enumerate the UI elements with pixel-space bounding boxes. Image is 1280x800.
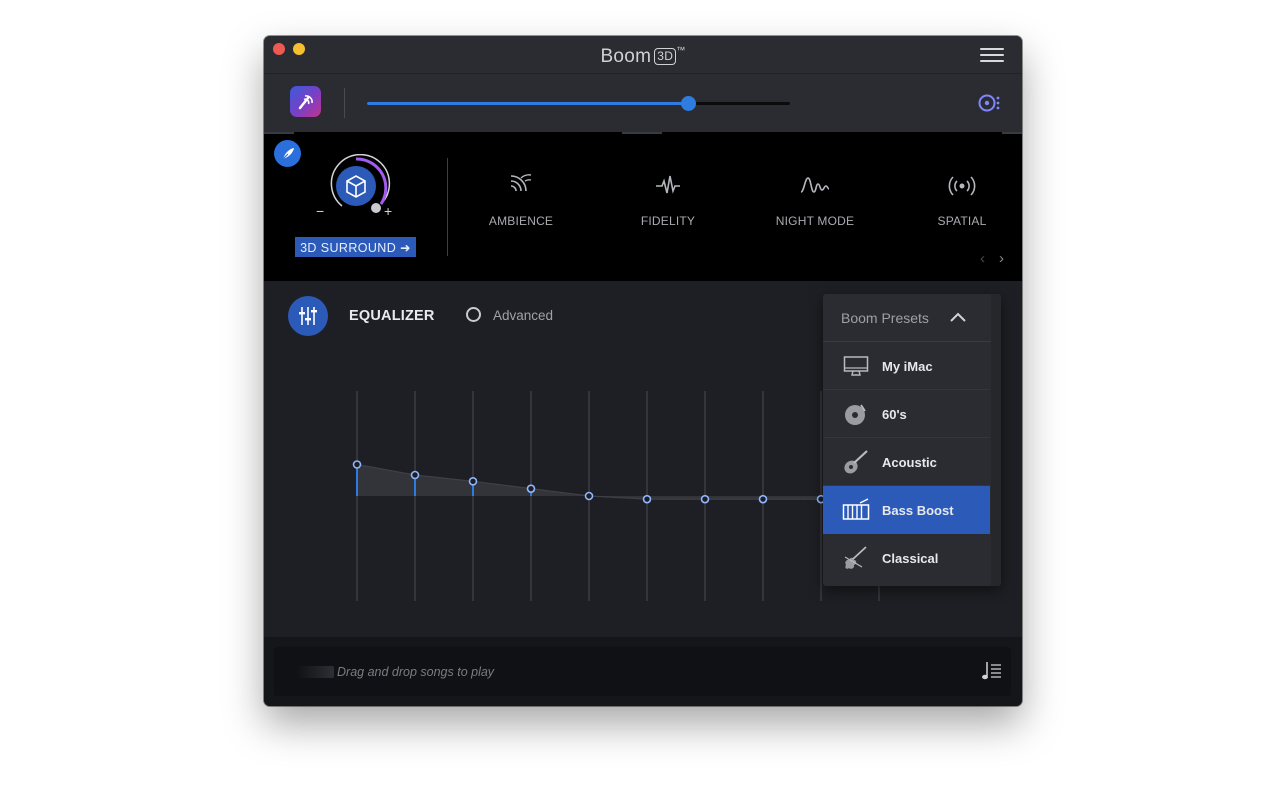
dial-plus-label: + (384, 203, 393, 219)
eq-band-handle[interactable] (584, 491, 594, 501)
boom-3d-window: Boom 3D ™ − + 3D SURROUND ➜ AMBIENCE FID… (264, 36, 1022, 706)
vinyl-record-icon (841, 402, 871, 426)
effects-divider (447, 158, 448, 256)
effect-ambience[interactable]: AMBIENCE (461, 172, 581, 228)
effects-prev-icon[interactable]: ‹ (980, 250, 985, 267)
preset-label: 60's (882, 407, 907, 422)
app-title-text: Boom (600, 46, 652, 67)
preset-item-60s[interactable]: 60's (823, 390, 990, 438)
effect-spatial[interactable]: SPATIAL (902, 172, 1022, 228)
effect-label: NIGHT MODE (775, 214, 855, 228)
effect-fidelity[interactable]: FIDELITY (608, 172, 728, 228)
effect-label: SPATIAL (937, 214, 987, 228)
preset-label: My iMac (882, 359, 933, 374)
volume-slider[interactable] (367, 96, 790, 111)
effect-label: AMBIENCE (488, 214, 554, 228)
effect-night-mode[interactable]: NIGHT MODE (755, 172, 875, 228)
eq-band-handle[interactable] (352, 460, 362, 469)
hamburger-menu-icon[interactable] (980, 48, 1004, 64)
preset-item-my-imac[interactable]: My iMac (823, 342, 990, 390)
volume-slider-fill (367, 102, 689, 105)
eq-band-handle[interactable] (700, 494, 710, 504)
presets-header[interactable]: Boom Presets (823, 294, 1001, 342)
preset-item-acoustic[interactable]: Acoustic (823, 438, 990, 486)
drum-icon (841, 498, 871, 522)
boom-presets-dropdown: Boom Presets My iMac 60's Acoustic Bass … (823, 294, 1001, 586)
effects-next-icon[interactable]: › (999, 250, 1004, 267)
eq-curve-area (357, 464, 879, 500)
eq-band-handle[interactable] (410, 470, 420, 480)
titlebar: Boom 3D ™ (264, 36, 1022, 74)
app-title: Boom 3D ™ (264, 45, 1022, 68)
preset-label: Classical (882, 551, 939, 566)
effects-panel: − + 3D SURROUND ➜ AMBIENCE FIDELITY NIGH… (264, 132, 1022, 281)
dial-minus-label: − (316, 203, 325, 219)
eq-band-handle[interactable] (468, 477, 478, 486)
panel-edge (264, 132, 294, 134)
chevron-up-icon[interactable] (949, 310, 967, 324)
drop-zone-placeholder-bar (296, 666, 334, 678)
volume-slider-thumb[interactable] (681, 96, 697, 111)
eq-band-handle[interactable] (758, 494, 768, 504)
presets-scrollbar[interactable] (991, 294, 1001, 586)
audio-output-icon[interactable] (978, 93, 1002, 113)
drop-zone-text: Drag and drop songs to play (337, 665, 495, 679)
presets-title: Boom Presets (841, 310, 929, 326)
player-area: Drag and drop songs to play (264, 637, 1022, 706)
fidelity-icon (656, 175, 680, 194)
playlist-icon[interactable] (981, 660, 1003, 682)
panel-edge-right (1002, 132, 1022, 134)
boom-logo-icon[interactable] (290, 86, 321, 117)
app-title-trademark: ™ (676, 45, 686, 55)
preset-label: Acoustic (882, 455, 937, 470)
preset-label: Bass Boost (882, 503, 954, 518)
night-mode-icon (800, 177, 830, 193)
song-drop-zone[interactable]: Drag and drop songs to play (274, 647, 1011, 696)
imac-icon (841, 354, 871, 378)
ambience-icon (510, 174, 532, 192)
eq-band-handle[interactable] (526, 484, 536, 493)
violin-icon (841, 546, 871, 570)
panel-handle (622, 132, 662, 134)
volume-bar (264, 74, 1022, 132)
eq-band-handle[interactable] (642, 494, 652, 504)
3d-surround-button[interactable]: 3D SURROUND ➜ (295, 237, 416, 257)
preset-item-classical[interactable]: Classical (823, 534, 990, 582)
guitar-icon (841, 450, 871, 474)
preset-item-bass-boost[interactable]: Bass Boost (823, 486, 990, 534)
volume-divider (344, 88, 345, 118)
feather-icon[interactable] (274, 140, 301, 167)
app-title-3d-badge: 3D (654, 48, 677, 65)
effect-label: FIDELITY (640, 214, 696, 228)
spatial-icon (948, 176, 976, 196)
